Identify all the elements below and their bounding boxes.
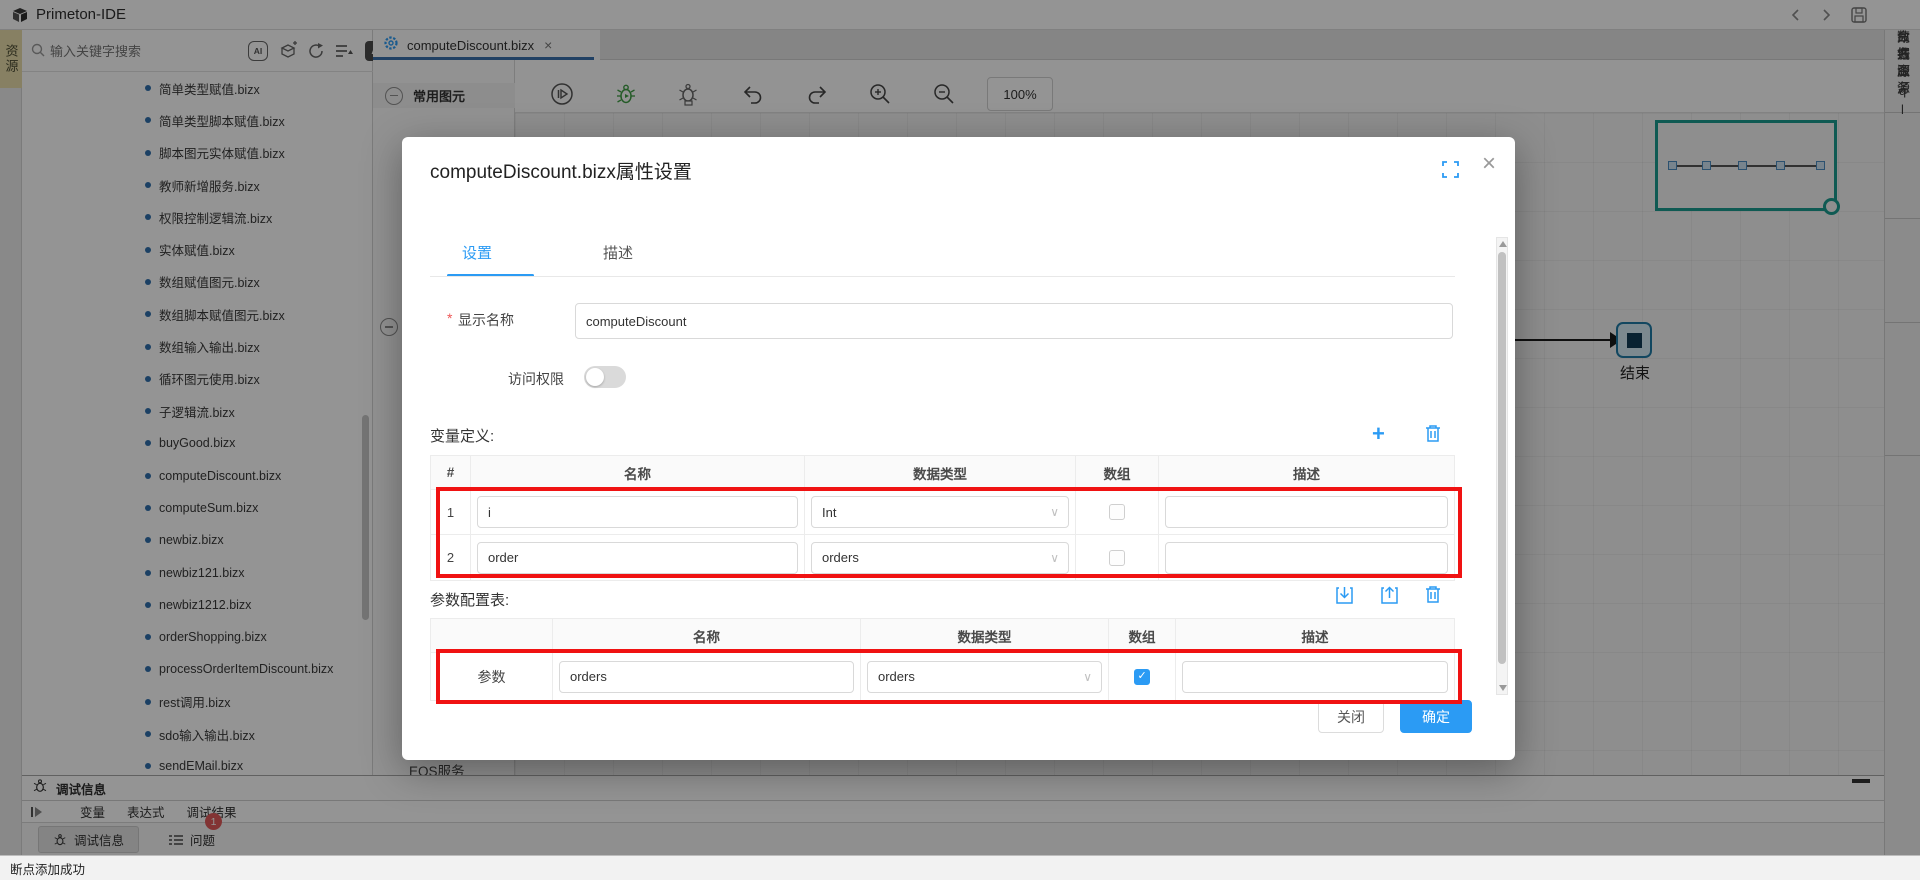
variables-label: 变量定义: [430, 425, 494, 446]
params-label: 参数配置表: [430, 589, 509, 610]
access-label: 访问权限 [508, 369, 564, 389]
variables-table-header: # 名称 数据类型 数组 描述 [431, 456, 1454, 490]
scrollbar-thumb[interactable] [1498, 252, 1506, 664]
add-variable-icon[interactable]: + [1372, 421, 1385, 447]
params-header-blank [431, 619, 553, 652]
scroll-up-icon[interactable] [1499, 241, 1507, 247]
close-button[interactable]: 关闭 [1318, 700, 1384, 733]
fullscreen-icon[interactable] [1442, 161, 1459, 183]
required-mark: * [447, 310, 452, 326]
display-name-input[interactable] [575, 303, 1453, 339]
annotation-highlight-params [436, 649, 1462, 704]
status-message: 断点添加成功 [10, 859, 85, 878]
access-toggle[interactable] [584, 366, 626, 388]
display-name-label: 显示名称 [458, 310, 514, 330]
annotation-highlight-variables [436, 487, 1462, 578]
dialog-close-icon[interactable]: × [1482, 150, 1496, 178]
dialog-scrollbar[interactable] [1496, 237, 1508, 695]
delete-variable-icon[interactable] [1424, 424, 1442, 448]
import-params-icon[interactable] [1335, 585, 1354, 610]
primeton-ide-window: Primeton-IDE 资源 AI [0, 0, 1920, 880]
ok-button[interactable]: 确定 [1400, 700, 1472, 733]
delete-param-icon[interactable] [1424, 585, 1442, 609]
params-table-header: 名称 数据类型 数组 描述 [431, 619, 1454, 653]
tab-settings[interactable]: 设置 [462, 242, 492, 263]
status-bar: 断点添加成功 [0, 855, 1920, 880]
dialog-title: computeDiscount.bizx属性设置 [430, 157, 692, 184]
tab-description[interactable]: 描述 [603, 242, 633, 263]
scroll-down-icon[interactable] [1499, 685, 1507, 691]
export-params-icon[interactable] [1380, 585, 1399, 610]
